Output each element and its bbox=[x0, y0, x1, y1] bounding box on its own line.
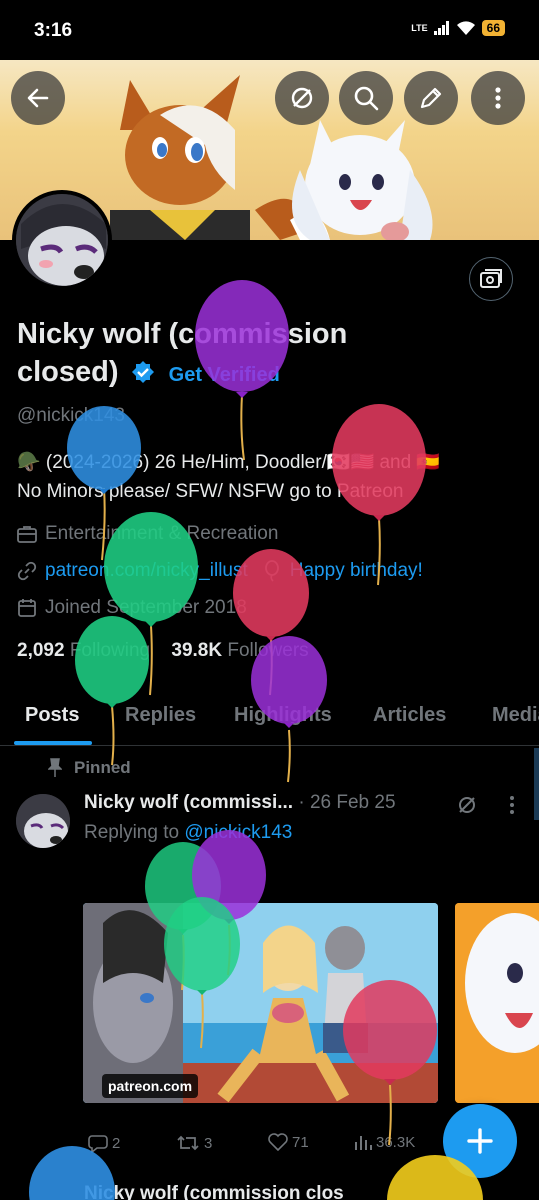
post-more-icon[interactable] bbox=[509, 795, 515, 815]
views-action[interactable]: 36.3K bbox=[354, 1133, 415, 1151]
pencil-icon bbox=[420, 87, 442, 109]
balloon-icon bbox=[264, 560, 279, 582]
media-source-badge: patreon.com bbox=[102, 1074, 199, 1098]
profile-links-row: patreon.com/nicky_illust Happy birthday! bbox=[17, 560, 423, 582]
profile-name-block: Nicky wolf (commission closed) Get Verif… bbox=[17, 315, 377, 394]
status-time: 3:16 bbox=[34, 20, 73, 41]
views-icon bbox=[355, 1136, 372, 1150]
secondary-media-image bbox=[455, 903, 539, 1103]
tab-replies[interactable]: Replies bbox=[125, 704, 196, 727]
post-header: Nicky wolf (commissi... · 26 Feb 25 bbox=[84, 792, 396, 814]
like-action[interactable]: 71 bbox=[268, 1133, 309, 1151]
followers-link[interactable]: 39.8K Followers bbox=[171, 640, 308, 661]
profile-joined-row: Joined September 2018 bbox=[17, 597, 247, 619]
pinned-label: Pinned bbox=[74, 758, 131, 777]
post-author[interactable]: Nicky wolf (commissi... bbox=[84, 792, 293, 813]
get-verified-link[interactable]: Get Verified bbox=[169, 364, 280, 386]
wifi-icon bbox=[456, 20, 475, 35]
tab-articles[interactable]: Articles bbox=[373, 704, 446, 727]
reply-handle-link[interactable]: @nickick143 bbox=[184, 822, 292, 843]
pin-icon bbox=[48, 758, 62, 777]
following-link[interactable]: 2,092 Following bbox=[17, 640, 150, 661]
avatar-image bbox=[16, 194, 108, 286]
profile-avatar[interactable] bbox=[12, 190, 112, 290]
profile-bio: 🪖 (2024-2026) 26 He/Him, Doodler/🇰🇷🇺🇸 an… bbox=[17, 448, 527, 506]
profile-website-link[interactable]: patreon.com/nicky_illust bbox=[45, 560, 248, 582]
status-icons: LTE 66 bbox=[411, 20, 505, 36]
repost-count: 3 bbox=[204, 1134, 213, 1152]
follow-counts: 2,092 Following 39.8K Followers bbox=[17, 640, 309, 662]
reply-count: 2 bbox=[112, 1134, 121, 1152]
tab-media[interactable]: Media bbox=[492, 704, 539, 727]
following-count: 2,092 bbox=[17, 640, 65, 661]
views-count: 36.3K bbox=[376, 1133, 416, 1151]
bio-line-2: No Minors please/ SFW/ NSFW go to Patreo… bbox=[17, 481, 404, 502]
status-bar: 3:16 LTE 66 bbox=[0, 0, 539, 60]
repost-action[interactable]: 3 bbox=[176, 1133, 212, 1153]
muted-icon bbox=[291, 87, 313, 109]
tab-posts[interactable]: Posts bbox=[25, 704, 79, 727]
back-button[interactable] bbox=[11, 71, 65, 125]
post-date: · 26 Feb 25 bbox=[298, 792, 396, 813]
verified-badge-icon bbox=[131, 361, 154, 383]
post-media-image bbox=[83, 903, 438, 1103]
reply-prefix: Replying to bbox=[84, 822, 180, 843]
edit-banner-button[interactable] bbox=[469, 257, 513, 301]
heart-icon bbox=[268, 1133, 288, 1151]
profile-joined: Joined September 2018 bbox=[45, 597, 247, 618]
reply-action[interactable]: 2 bbox=[88, 1133, 120, 1153]
profile-category-row: Entertainment & Recreation bbox=[17, 523, 278, 545]
pinned-label-row: Pinned bbox=[48, 758, 131, 778]
post-media-secondary[interactable] bbox=[455, 903, 539, 1103]
post-avatar[interactable] bbox=[16, 794, 70, 848]
reply-icon bbox=[88, 1135, 108, 1153]
next-post-author[interactable]: Nicky wolf (commission clos bbox=[84, 1183, 344, 1200]
post-media[interactable] bbox=[83, 903, 438, 1103]
like-count: 71 bbox=[292, 1133, 309, 1151]
reply-to-line: Replying to @nickick143 bbox=[84, 822, 292, 844]
followers-count: 39.8K bbox=[171, 640, 223, 661]
compose-button[interactable] bbox=[443, 1104, 517, 1178]
plus-icon bbox=[467, 1128, 493, 1154]
profile-tabs: Posts Replies Highlights Articles Media bbox=[0, 690, 539, 746]
search-icon bbox=[354, 86, 379, 111]
bio-line-1: 🪖 (2024-2026) 26 He/Him, Doodler/🇰🇷🇺🇸 an… bbox=[17, 452, 441, 473]
following-label: Following bbox=[69, 640, 151, 661]
more-button[interactable] bbox=[471, 71, 525, 125]
repost-icon bbox=[177, 1135, 199, 1151]
link-icon bbox=[17, 561, 37, 581]
mute-button[interactable] bbox=[275, 71, 329, 125]
muted-icon[interactable] bbox=[456, 794, 478, 816]
back-arrow-icon bbox=[27, 88, 49, 108]
calendar-icon bbox=[18, 599, 36, 617]
profile-category: Entertainment & Recreation bbox=[45, 523, 279, 544]
profile-handle: @nickick143 bbox=[17, 405, 125, 426]
active-tab-indicator bbox=[14, 741, 92, 745]
edit-button[interactable] bbox=[404, 71, 458, 125]
image-edit-icon bbox=[480, 269, 502, 288]
scroll-indicator[interactable] bbox=[534, 748, 539, 820]
lte-indicator: LTE bbox=[411, 22, 428, 33]
signal-icon bbox=[433, 21, 449, 35]
search-button[interactable] bbox=[339, 71, 393, 125]
more-vertical-icon bbox=[495, 87, 501, 109]
followers-label: Followers bbox=[227, 640, 309, 661]
tab-highlights[interactable]: Highlights bbox=[234, 704, 332, 727]
post-avatar-image bbox=[16, 794, 70, 848]
briefcase-icon bbox=[17, 526, 37, 543]
battery-indicator: 66 bbox=[481, 20, 505, 36]
birthday-link[interactable]: Happy birthday! bbox=[290, 560, 423, 582]
